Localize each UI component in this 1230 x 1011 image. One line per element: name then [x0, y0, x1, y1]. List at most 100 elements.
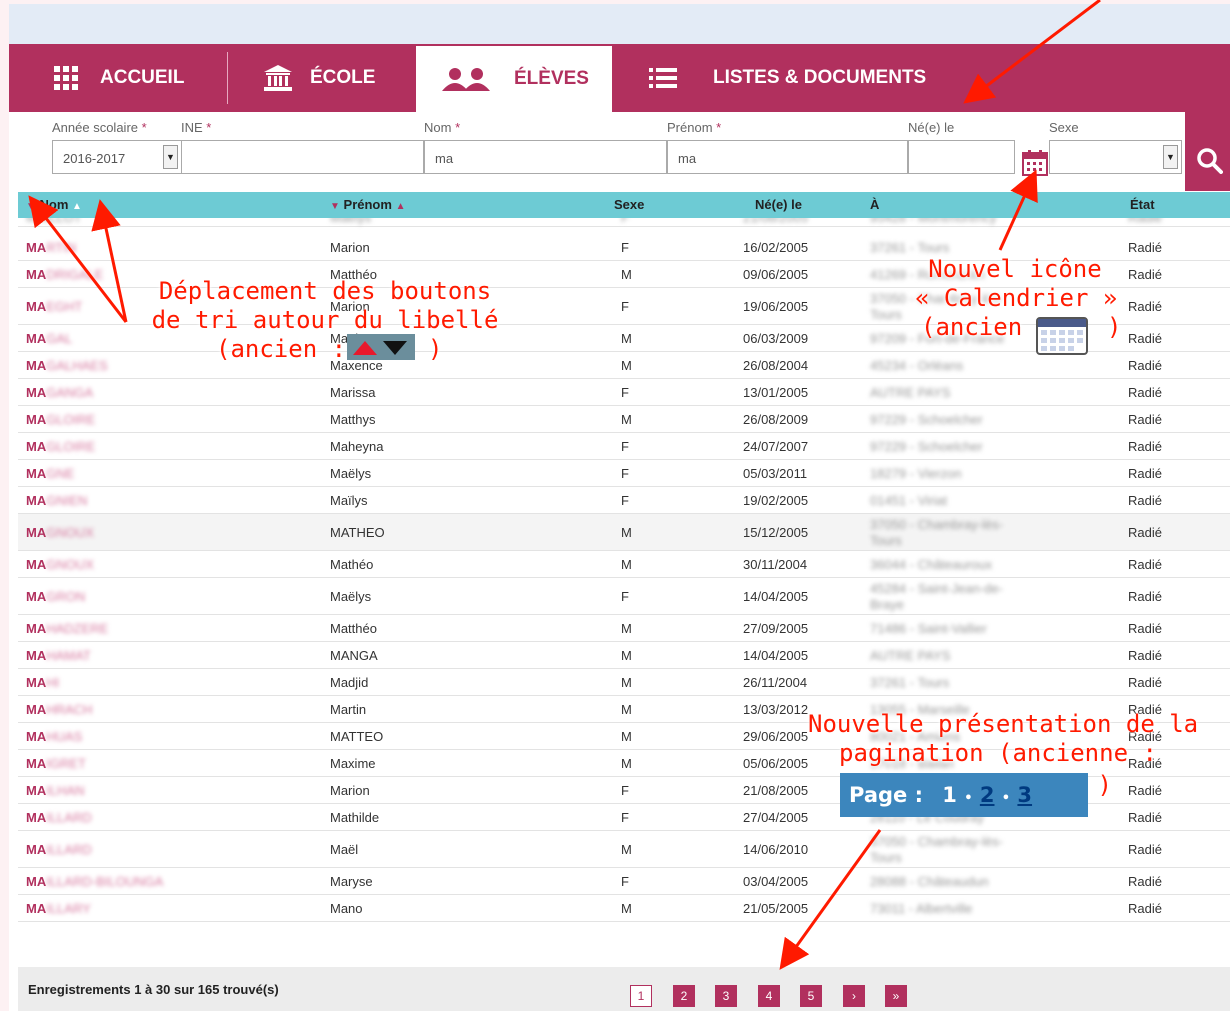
- table-row[interactable]: MAGRON Maëlys F 14/04/2005 Radié 45284 - Sain…: [18, 578, 1230, 615]
- table-row[interactable]: MAGNOUX Mathéo M 30/11/2004 Radié 36044 - Châ…: [18, 551, 1230, 578]
- cell-sexe: F: [621, 810, 629, 825]
- search-button[interactable]: [1185, 112, 1230, 191]
- cell-nom[interactable]: MAILLARD: [26, 810, 92, 825]
- cell-nom[interactable]: MAILHAN: [26, 783, 85, 798]
- cell-nom[interactable]: MAILLARY: [26, 901, 91, 916]
- table-row[interactable]: MAGLOIRE Maheyna F 24/07/2007 Radié 97229 - S…: [18, 433, 1230, 460]
- tab-ecole[interactable]: ÉCOLE: [264, 44, 414, 112]
- cell-sexe: M: [621, 675, 632, 690]
- page-1-button[interactable]: 1: [630, 985, 652, 1007]
- search-icon: [1197, 148, 1223, 174]
- cell-nom[interactable]: MAILLOT: [26, 218, 82, 225]
- cell-nom[interactable]: MADRIGALE: [26, 267, 103, 282]
- cell-ne-le: 16/02/2005: [743, 240, 809, 255]
- page-2-button[interactable]: 2: [673, 985, 695, 1007]
- annotation-cal-line1: Nouvel icône: [928, 255, 1102, 283]
- nom-prefix: MA: [26, 557, 47, 572]
- nom-rest: GALHAES: [46, 358, 108, 373]
- nom-prefix: MA: [26, 439, 47, 454]
- sexe-select[interactable]: ▼: [1049, 140, 1182, 174]
- cell-nom[interactable]: MAGANGA: [26, 385, 93, 400]
- table-row[interactable]: MAGANGA Marissa F 13/01/2005 Radié AUTRE PAYS: [18, 379, 1230, 406]
- nom-rest: GLOIRE: [46, 439, 96, 454]
- tab-listes-documents[interactable]: LISTES & DOCUMENTS: [649, 44, 949, 112]
- table-row-partial[interactable]: MAILLOT Maëlys F 21/08/2005 Radié 95428 - Mon…: [18, 218, 1230, 227]
- tab-eleves[interactable]: ÉLÈVES: [416, 44, 612, 112]
- nom-rest: GNE: [46, 466, 75, 481]
- cell-nom[interactable]: MAGNE: [26, 466, 74, 481]
- cell-a: 37050 - Chambray-lès-Tours: [870, 834, 1003, 865]
- cell-etat: Radié: [1128, 439, 1162, 454]
- nom-prefix: MA: [26, 358, 47, 373]
- annee-select-value: 2016-2017: [63, 151, 126, 166]
- last-page-button[interactable]: »: [885, 985, 907, 1007]
- students-icon: [442, 67, 492, 91]
- nom-input[interactable]: ma: [424, 140, 667, 174]
- col-sexe[interactable]: Sexe: [614, 197, 644, 212]
- cell-ne-le: 19/02/2005: [743, 493, 809, 508]
- cell-etat: Radié: [1128, 412, 1162, 427]
- tab-accueil[interactable]: ACCUEIL: [54, 44, 229, 112]
- cell-sexe: M: [621, 557, 632, 572]
- col-prenom-label[interactable]: Prénom: [344, 197, 392, 212]
- tab-accueil-label: ACCUEIL: [100, 67, 185, 88]
- table-row[interactable]: MAGNOUX MATHEO M 15/12/2005 Radié 37050 - Cha…: [18, 514, 1230, 551]
- cell-sexe: F: [621, 439, 629, 454]
- table-row[interactable]: MAGNIEN Maïlys F 19/02/2005 Radié 01451 - Vir…: [18, 487, 1230, 514]
- table-row[interactable]: MAHI Madjid M 26/11/2004 Radié 37261 - Tours: [18, 669, 1230, 696]
- cell-nom[interactable]: MAILLARD: [26, 842, 92, 857]
- col-ne-le[interactable]: Né(e) le: [755, 197, 802, 212]
- nom-prefix: MA: [26, 702, 47, 717]
- cell-nom[interactable]: MAHAMAT: [26, 648, 91, 663]
- page-4-button[interactable]: 4: [758, 985, 780, 1007]
- page-5-button[interactable]: 5: [800, 985, 822, 1007]
- cell-nom[interactable]: MAGNOUX: [26, 525, 94, 540]
- cell-nom[interactable]: MAGALHAES: [26, 358, 108, 373]
- col-nom-label[interactable]: Nom: [40, 197, 69, 212]
- ne-le-input[interactable]: [908, 140, 1015, 174]
- col-a[interactable]: À: [870, 197, 879, 212]
- table-row[interactable]: MAHAMAT MANGA M 14/04/2005 Radié AUTRE PAYS: [18, 642, 1230, 669]
- sort-asc-icon[interactable]: ▲: [72, 201, 82, 212]
- col-etat[interactable]: État: [1130, 197, 1155, 212]
- table-row[interactable]: MAGLOIRE Matthys M 26/08/2009 Radié 97229 - S…: [18, 406, 1230, 433]
- annee-select[interactable]: 2016-2017 ▼: [52, 140, 182, 174]
- cell-nom[interactable]: MAGNOUX: [26, 557, 94, 572]
- cell-nom[interactable]: MAILLARD-BILOUNGA: [26, 874, 163, 889]
- sort-desc-icon[interactable]: ▼: [330, 201, 340, 212]
- cell-etat: Radié: [1128, 648, 1162, 663]
- cell-nom[interactable]: MAGLOIRE: [26, 439, 95, 454]
- nom-rest: ILHAN: [46, 783, 85, 798]
- table-row[interactable]: MAILLARD-BILOUNGA Maryse F 03/04/2005 Radié 2…: [18, 868, 1230, 895]
- calendar-icon[interactable]: [1022, 150, 1048, 176]
- list-icon: [649, 68, 677, 88]
- cell-nom[interactable]: MAGRON: [26, 589, 85, 604]
- nom-prefix: MA: [26, 874, 47, 889]
- cell-sexe: F: [621, 218, 629, 225]
- ine-input[interactable]: [181, 140, 424, 174]
- table-row[interactable]: MAILLARD Maël M 14/06/2010 Radié 37050 - Cham…: [18, 831, 1230, 868]
- sort-desc-icon[interactable]: ▼: [26, 201, 36, 212]
- table-row[interactable]: MAILLARY Mano M 21/05/2005 Radié 73011 - Albe…: [18, 895, 1230, 922]
- table-row[interactable]: MAGNE Maëlys F 05/03/2011 Radié 18279 - Vierz…: [18, 460, 1230, 487]
- prenom-input[interactable]: ma: [667, 140, 908, 174]
- cell-ne-le: 26/11/2004: [743, 675, 808, 690]
- cell-sexe: M: [621, 358, 632, 373]
- school-building-icon: [264, 65, 292, 91]
- annotation-cal-line3-end: ): [1107, 313, 1122, 341]
- table-row[interactable]: MAHADZERE Matthéo M 27/09/2005 Radié 71486 - …: [18, 615, 1230, 642]
- next-page-button[interactable]: ›: [843, 985, 865, 1007]
- cell-nom[interactable]: MARTIN: [26, 240, 76, 255]
- cell-nom[interactable]: MAHI: [26, 675, 59, 690]
- sort-asc-icon[interactable]: ▲: [396, 201, 406, 212]
- page-3-button[interactable]: 3: [715, 985, 737, 1007]
- cell-nom[interactable]: MAGAL: [26, 331, 72, 346]
- cell-nom[interactable]: MAGLOIRE: [26, 412, 95, 427]
- cell-nom[interactable]: MAHRACH: [26, 702, 92, 717]
- cell-nom[interactable]: MAIGRET: [26, 756, 86, 771]
- cell-nom[interactable]: MAGNIEN: [26, 493, 87, 508]
- cell-etat: Radié: [1128, 358, 1162, 373]
- cell-nom[interactable]: MAEGHT: [26, 299, 82, 314]
- cell-nom[interactable]: MAHUAS: [26, 729, 82, 744]
- cell-nom[interactable]: MAHADZERE: [26, 621, 108, 636]
